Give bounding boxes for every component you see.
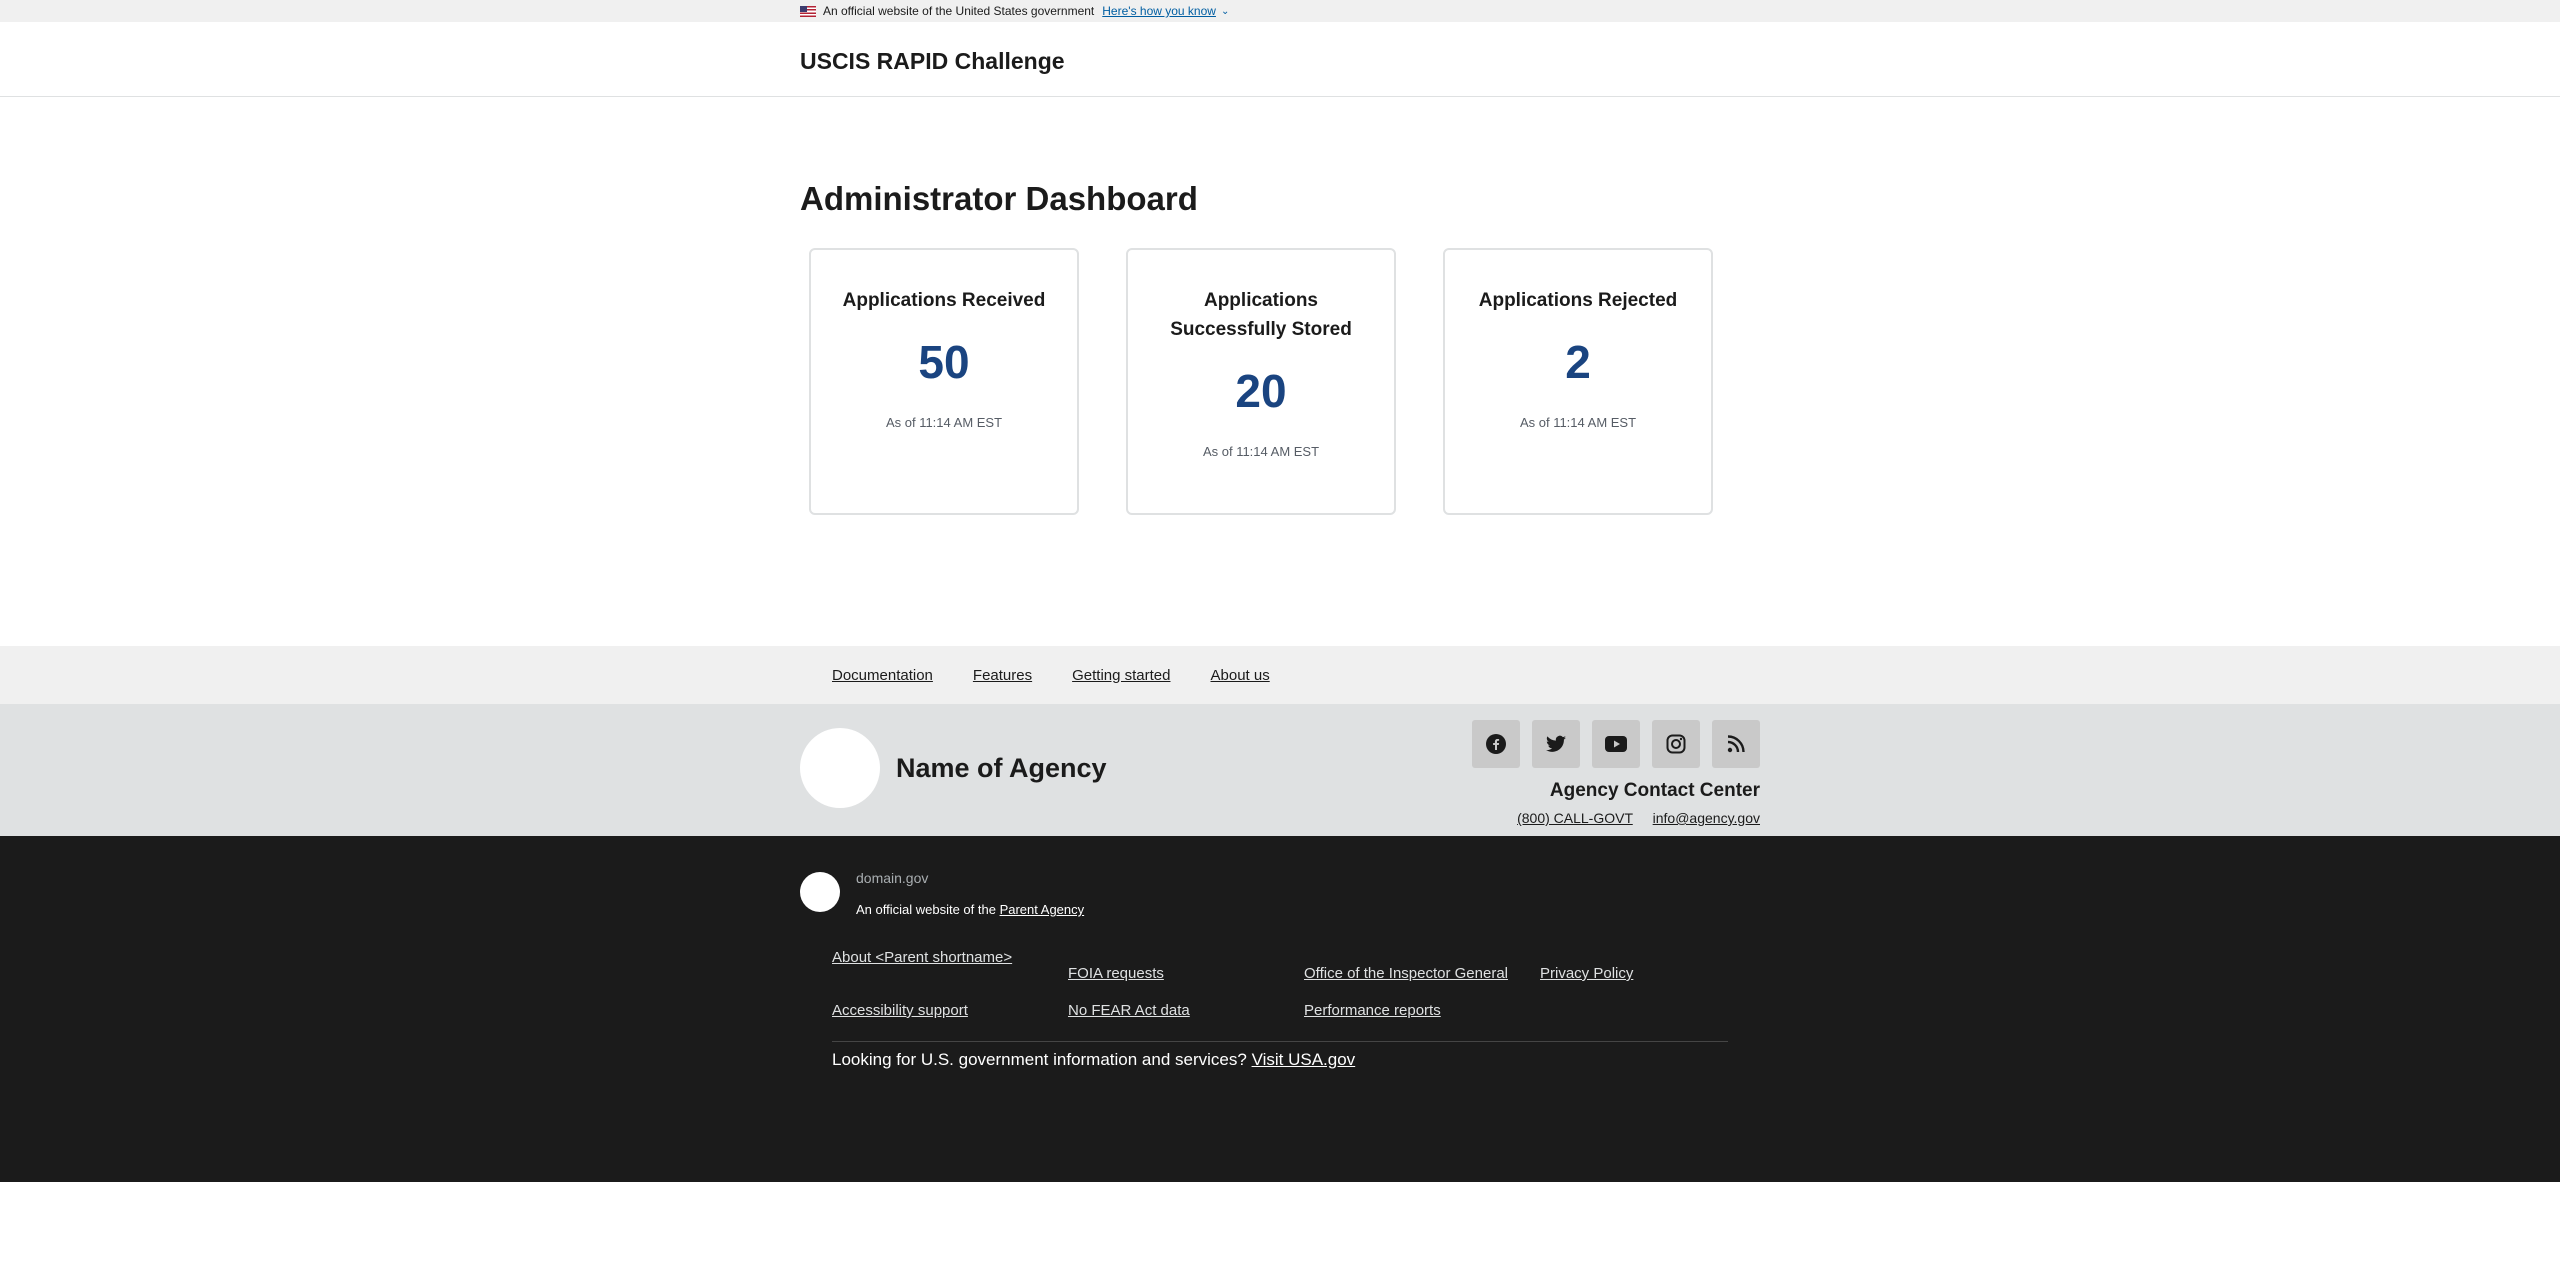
usagov-prefix: Looking for U.S. government information …: [832, 1050, 1247, 1069]
identifier-domain: domain.gov: [856, 870, 929, 886]
social-links: [1460, 720, 1760, 768]
chevron-down-icon: ⌄: [1220, 5, 1230, 17]
card-applications-rejected: Applications Rejected 2 As of 11:14 AM E…: [1443, 248, 1713, 515]
footer-link-features[interactable]: Features: [973, 667, 1032, 684]
card-timestamp: As of 11:14 AM EST: [1202, 444, 1320, 459]
stats-cards: Applications Received 50 As of 11:14 AM …: [809, 248, 1760, 515]
footer-nav: Documentation Features Getting started A…: [0, 646, 2560, 704]
twitter-icon[interactable]: [1532, 720, 1580, 768]
identifier-link-no-fear[interactable]: No FEAR Act data: [1068, 1002, 1304, 1019]
identifier-masthead: domain.gov An official website of the Pa…: [800, 870, 1760, 917]
card-value: 50: [918, 336, 970, 388]
usagov-section: Looking for U.S. government information …: [832, 1041, 1728, 1070]
page-title: Administrator Dashboard: [800, 180, 1198, 217]
contact-email-link[interactable]: info@agency.gov: [1653, 810, 1760, 826]
card-applications-received: Applications Received 50 As of 11:14 AM …: [809, 248, 1079, 515]
contact-block: Agency Contact Center (800) CALL-GOVT in…: [1460, 704, 1760, 836]
contact-center-heading: Agency Contact Center: [1549, 780, 1760, 801]
us-flag-icon: [800, 5, 816, 17]
identifier-description: An official website of the Parent Agency: [856, 902, 1084, 917]
gov-banner: An official website of the United States…: [0, 0, 2560, 22]
card-title: Applications Rejected: [1478, 290, 1678, 311]
card-timestamp: As of 11:14 AM EST: [1519, 415, 1637, 430]
instagram-icon[interactable]: [1652, 720, 1700, 768]
youtube-icon[interactable]: [1592, 720, 1640, 768]
identifier-link-performance[interactable]: Performance reports: [1304, 1002, 1540, 1019]
site-header: USCIS RAPID Challenge: [0, 22, 2560, 97]
card-applications-stored: Applications Successfully Stored 20 As o…: [1126, 248, 1396, 515]
site-title-link[interactable]: USCIS RAPID Challenge: [800, 44, 1065, 75]
card-title: Applications Received: [842, 290, 1046, 311]
identifier-link-privacy[interactable]: Privacy Policy: [1540, 965, 1740, 982]
rss-icon[interactable]: [1712, 720, 1760, 768]
official-site-text: An official website of the United States…: [823, 4, 1095, 18]
visit-usagov-link[interactable]: Visit USA.gov: [1252, 1050, 1356, 1069]
footer-secondary: Name of Agency Agency Contact Center (80…: [0, 704, 2560, 836]
identifier: domain.gov An official website of the Pa…: [0, 836, 2560, 1182]
footer-link-about-us[interactable]: About us: [1211, 667, 1270, 684]
card-value: 20: [1235, 365, 1287, 417]
heres-how-you-know-link[interactable]: Here's how you know: [1102, 4, 1216, 18]
main-content: Administrator Dashboard Applications Rec…: [0, 97, 2560, 646]
footer-link-getting-started[interactable]: Getting started: [1072, 667, 1170, 684]
footer-link-documentation[interactable]: Documentation: [832, 667, 933, 684]
card-title: Applications Successfully Stored: [1170, 290, 1352, 340]
identifier-link-inspector-general[interactable]: Office of the Inspector General: [1304, 965, 1540, 982]
identifier-link-foia[interactable]: FOIA requests: [1068, 965, 1304, 982]
identifier-required-links: About <Parent shortname> FOIA requests O…: [832, 949, 1760, 1019]
identifier-desc-prefix: An official website of the: [856, 902, 996, 917]
agency-block: Name of Agency: [800, 704, 1107, 814]
facebook-icon[interactable]: [1472, 720, 1520, 768]
identifier-link-about[interactable]: About <Parent shortname>: [832, 949, 1068, 982]
card-timestamp: As of 11:14 AM EST: [885, 415, 1003, 430]
contact-phone-link[interactable]: (800) CALL-GOVT: [1517, 810, 1633, 826]
agency-logo: [800, 728, 880, 808]
parent-agency-logo: [800, 872, 840, 912]
agency-name: Name of Agency: [896, 752, 1107, 783]
contact-links: (800) CALL-GOVT info@agency.gov: [1460, 810, 1760, 826]
parent-agency-link[interactable]: Parent Agency: [1000, 902, 1085, 917]
card-value: 2: [1565, 336, 1591, 388]
identifier-link-accessibility[interactable]: Accessibility support: [832, 1002, 1068, 1019]
